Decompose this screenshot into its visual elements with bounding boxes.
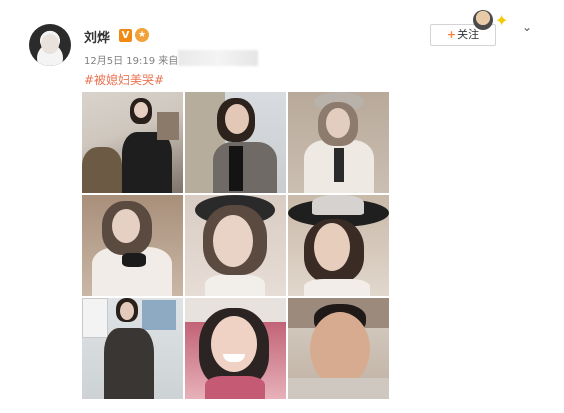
follow-label: 关注 (457, 28, 480, 41)
user-avatar[interactable] (29, 24, 71, 66)
photo-thumbnail-9[interactable] (288, 298, 389, 399)
topic-link[interactable]: #被媳妇美哭# (84, 71, 164, 88)
verified-badge-icon: V (119, 29, 132, 42)
photo-thumbnail-7[interactable] (82, 298, 183, 399)
blurred-source (178, 50, 258, 66)
photo-thumbnail-3[interactable] (288, 92, 389, 193)
post-meta: 12月5日 19:19 来自 (84, 52, 178, 67)
medal-icon: ★ (135, 28, 149, 42)
photo-thumbnail-4[interactable] (82, 195, 183, 296)
chevron-down-icon[interactable]: ⌄ (522, 20, 534, 34)
username[interactable]: 刘烨 (84, 27, 110, 46)
source-prefix: 来自 (158, 56, 179, 67)
photo-thumbnail-1[interactable] (82, 92, 183, 193)
timestamp[interactable]: 12月5日 19:19 (84, 56, 155, 67)
photo-thumbnail-6[interactable] (288, 195, 389, 296)
photo-grid (82, 92, 389, 399)
sticker-icon: ✦ (495, 11, 509, 30)
plus-icon: + (446, 28, 457, 41)
mini-avatar (473, 10, 493, 30)
photo-thumbnail-5[interactable] (185, 195, 286, 296)
photo-thumbnail-2[interactable] (185, 92, 286, 193)
photo-thumbnail-8[interactable] (185, 298, 286, 399)
